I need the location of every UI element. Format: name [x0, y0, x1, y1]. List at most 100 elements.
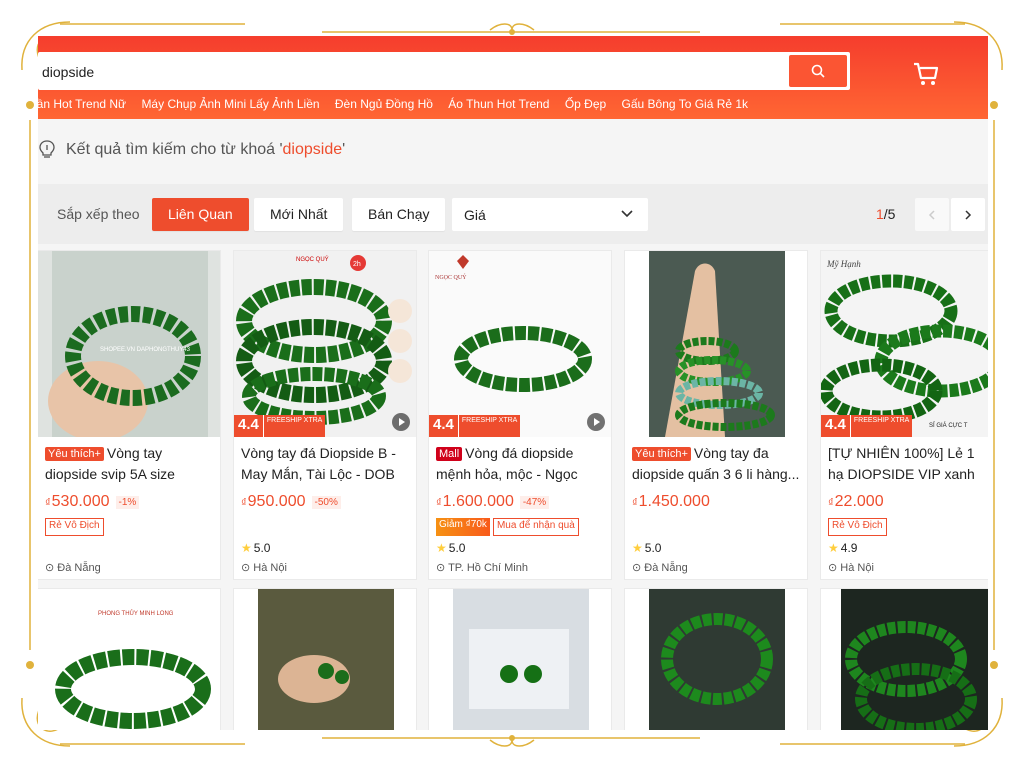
favorite-plus-tag: Yêu thích+: [45, 447, 104, 461]
star-icon: ★: [241, 541, 252, 555]
search-icon: [811, 64, 825, 78]
rating-value: 5.0: [253, 541, 271, 555]
rating-badge: 4.4 FREESHIP XTRA: [234, 415, 326, 437]
hot-keywords: uần Hot Trend Nữ Máy Chụp Ảnh Mini Lấy Ả…: [38, 97, 760, 111]
search-button[interactable]: [789, 55, 847, 87]
hotword-link[interactable]: Đèn Ngủ Đồng Hồ: [335, 97, 433, 111]
shop-brand: PHONG THỦY MINH LONG: [98, 610, 174, 617]
prev-page-button[interactable]: [915, 198, 949, 231]
shopee-search-page: uần Hot Trend Nữ Máy Chụp Ảnh Mini Lấy Ả…: [38, 36, 988, 730]
shop-brand: NGỌC QUÝ: [296, 256, 329, 263]
image-watermark: SHOPEE.VN DAPHONGTHUY43: [100, 347, 191, 353]
chevron-left-icon: [928, 209, 935, 220]
product-image: [625, 589, 807, 730]
price-value: 530.000: [51, 493, 110, 510]
jade-stone-image: [258, 589, 394, 730]
rating-value: 5.0: [644, 541, 662, 555]
currency-symbol: ₫: [45, 497, 51, 509]
lightbulb-icon: [39, 140, 55, 158]
product-card[interactable]: [820, 588, 988, 730]
price-row: ₫1.450.000: [625, 485, 807, 512]
location-text: Hà Nội: [253, 562, 287, 574]
page-total: /5: [883, 206, 896, 222]
product-image: Mỹ Hạnh SỈ GIÁ CỰC T 4.4 FREESHIP XTRA: [821, 251, 988, 437]
price-row: ₫22.000: [821, 485, 988, 512]
price-row: ₫1.600.000 -47%: [429, 485, 611, 512]
page-indicator: 1/5: [876, 206, 895, 222]
product-card[interactable]: SHOPEE.VN DAPHONGTHUY43 Yêu thích+ Vòng t…: [38, 250, 221, 580]
page-current: 1: [876, 206, 884, 222]
play-video-icon[interactable]: [587, 413, 605, 431]
product-card[interactable]: [233, 588, 417, 730]
hotword-link[interactable]: Ốp Đẹp: [565, 97, 606, 111]
sort-bestseller-button[interactable]: Bán Chạy: [352, 198, 446, 231]
price-row: ₫530.000 -1%: [38, 485, 220, 512]
product-card[interactable]: PHONG THỦY MINH LONG: [38, 588, 221, 730]
hotword-link[interactable]: Máy Chụp Ảnh Mini Lấy Ảnh Liền: [141, 97, 319, 111]
hotword-link[interactable]: uần Hot Trend Nữ: [38, 97, 126, 111]
price-value: 22.000: [834, 493, 884, 510]
product-rating: ★ 5.0: [632, 541, 661, 555]
price-value: 1.600.000: [442, 493, 514, 510]
product-price: ₫22.000: [828, 493, 884, 511]
hotword-link[interactable]: Gấu Bông To Giá Rẻ 1k: [622, 97, 749, 111]
product-image: PHONG THỦY MINH LONG: [38, 589, 220, 730]
jade-bracelet-image: [649, 589, 785, 730]
sort-label: Sắp xếp theo: [57, 206, 140, 222]
badge-number: 4.4: [429, 415, 458, 437]
location-text: Đà Nẵng: [644, 562, 688, 574]
cart-icon[interactable]: [912, 60, 940, 88]
voucher-chip: Giảm ₫70k: [436, 518, 490, 536]
jade-bracelet-image: NGỌC QUÝ: [435, 255, 592, 392]
currency-symbol: ₫: [241, 497, 247, 509]
product-location: ⊙ Hà Nội: [828, 562, 874, 574]
product-card[interactable]: NGỌC QUÝ 4.4 FREESHIP XTRA Mall Vòng đá di…: [428, 250, 612, 580]
jade-stone-image: [453, 589, 589, 730]
sort-relevance-button[interactable]: Liên Quan: [152, 198, 249, 231]
star-icon: ★: [632, 541, 643, 555]
product-location: ⊙ TP. Hồ Chí Minh: [436, 562, 528, 574]
star-icon: ★: [436, 541, 447, 555]
favorite-plus-tag: Yêu thích+: [632, 447, 691, 461]
image-corner-text: SỈ GIÁ CỰC T: [929, 422, 968, 429]
product-card[interactable]: [428, 588, 612, 730]
mall-tag: Mall: [436, 447, 463, 461]
discount-badge: -1%: [115, 495, 140, 509]
currency-symbol: ₫: [828, 497, 834, 509]
product-title-text: [TỰ NHIÊN 100%] Lẻ 1 hạ DIOPSIDE VIP xan…: [828, 445, 975, 482]
sort-bar: Sắp xếp theo Liên Quan Mới Nhất Bán Chạy…: [38, 184, 988, 244]
product-price: ₫1.450.000: [632, 493, 710, 511]
location-text: Đà Nẵng: [57, 562, 101, 574]
sort-newest-button[interactable]: Mới Nhất: [254, 198, 344, 231]
hotword-link[interactable]: Áo Thun Hot Trend: [448, 97, 549, 111]
search-input[interactable]: [38, 52, 784, 92]
play-video-icon[interactable]: [392, 413, 410, 431]
freeship-badge: FREESHIP XTRA: [849, 415, 913, 437]
currency-symbol: ₫: [436, 497, 442, 509]
product-title: [TỰ NHIÊN 100%] Lẻ 1 hạ DIOPSIDE VIP xan…: [821, 437, 988, 485]
jade-bracelet-image: PHONG THỦY MINH LONG: [55, 610, 211, 729]
rating-badge: 4.4 FREESHIP XTRA: [429, 415, 521, 437]
promo-chip: Rẻ Vô Địch: [45, 518, 104, 536]
price-sort-select[interactable]: Giá: [452, 198, 648, 231]
product-card[interactable]: Mỹ Hạnh SỈ GIÁ CỰC T 4.4 FREESHIP XTRA [T…: [820, 250, 988, 580]
delivery-badge: 2h: [353, 261, 361, 268]
product-image: [625, 251, 807, 437]
product-price: ₫530.000: [45, 493, 110, 511]
product-title-text: Vòng tay đá Diopside B - May Mắn, Tài Lộ…: [241, 445, 396, 482]
discount-badge: -50%: [311, 495, 341, 509]
product-image: [234, 589, 416, 730]
search-result-notice: Kết quả tìm kiếm cho từ khoá ' diopside ': [38, 136, 345, 164]
product-location: ⊙ Hà Nội: [241, 562, 287, 574]
location-text: Hà Nội: [840, 562, 874, 574]
product-image: NGỌC QUÝ 4.4 FREESHIP XTRA: [429, 251, 611, 437]
jade-bracelet-image: [649, 251, 785, 437]
freeship-badge: FREESHIP XTRA: [457, 415, 521, 437]
product-card[interactable]: NGỌC QUÝ 2h 4.4 FREESHIP XTRA Vòng tay đá…: [233, 250, 417, 580]
next-page-button[interactable]: [951, 198, 985, 231]
price-value: 1.450.000: [638, 493, 710, 510]
product-card[interactable]: Yêu thích+ Vòng tay đa diopside quấn 3 6 …: [624, 250, 808, 580]
rating-value: 4.9: [840, 541, 858, 555]
product-card[interactable]: [624, 588, 808, 730]
shop-brand: NGỌC QUÝ: [435, 273, 467, 281]
